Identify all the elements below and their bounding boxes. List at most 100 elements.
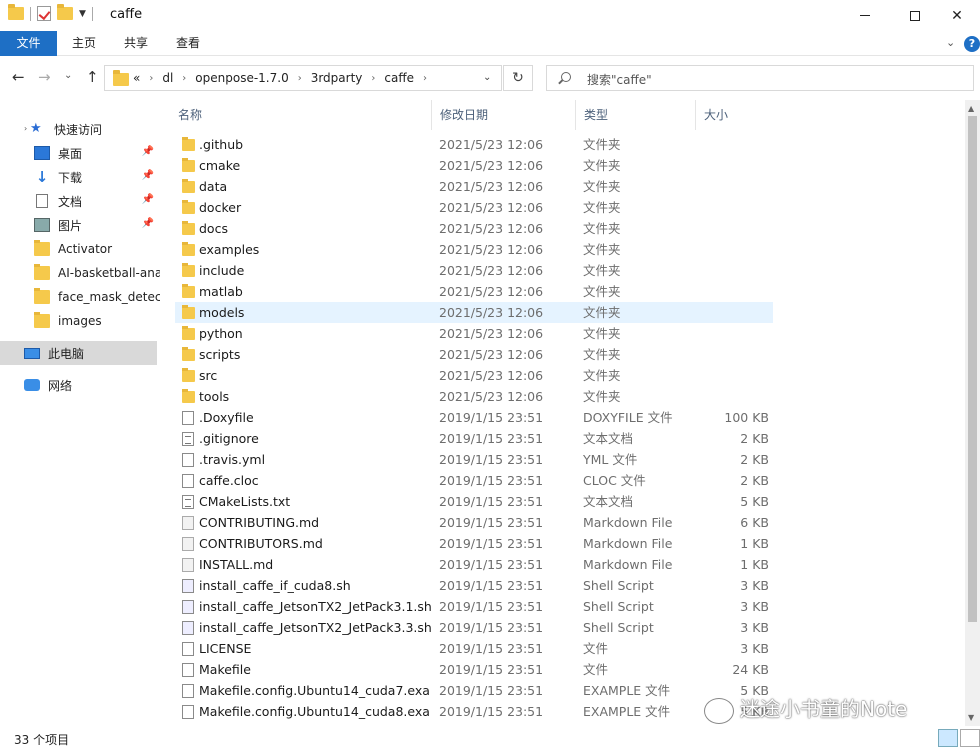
file-type: 文件夹 [583, 158, 621, 173]
table-row[interactable]: CONTRIBUTING.md 2019/1/15 23:51 Markdown F… [175, 512, 773, 533]
folder-icon [182, 221, 195, 235]
folder-icon [182, 305, 195, 319]
large-icons-view-button[interactable] [960, 729, 980, 747]
tab-home[interactable]: 主页 [62, 31, 106, 56]
vertical-scrollbar[interactable]: ▲ ▼ [965, 100, 980, 726]
file-type: YML 文件 [583, 452, 638, 467]
table-row[interactable]: cmake 2021/5/23 12:06 文件夹 [175, 155, 773, 176]
table-row[interactable]: install_caffe_if_cuda8.sh 2019/1/15 23:51… [175, 575, 773, 596]
scrollbar-thumb[interactable] [968, 116, 977, 622]
table-row[interactable]: install_caffe_JetsonTX2_JetPack3.1.sh 201… [175, 596, 773, 617]
table-row[interactable]: matlab 2021/5/23 12:06 文件夹 [175, 281, 773, 302]
file-icon [182, 453, 194, 467]
file-type: 文件夹 [583, 326, 621, 341]
refresh-button[interactable]: ↻ [503, 65, 533, 91]
file-size: 24 KB [732, 662, 769, 677]
table-row[interactable]: Makefile 2019/1/15 23:51 文件 24 KB [175, 659, 773, 680]
help-icon[interactable]: ? [964, 36, 980, 52]
chevron-right-icon[interactable]: › [298, 73, 302, 84]
table-row[interactable]: INSTALL.md 2019/1/15 23:51 Markdown File 1 … [175, 554, 773, 575]
status-bar: 33 个项目 [0, 726, 980, 750]
file-date: 2019/1/15 23:51 [439, 683, 544, 698]
sidebar-item-documents[interactable]: 文档 📌 [0, 189, 160, 213]
file-date: 2019/1/15 23:51 [439, 641, 544, 656]
recent-locations-chevron-icon[interactable]: ⌄ [64, 70, 72, 81]
column-header-name[interactable]: 名称 [170, 100, 432, 130]
column-header-date[interactable]: 修改日期 [432, 100, 576, 130]
table-row[interactable]: CMakeLists.txt 2019/1/15 23:51 文本文档 5 KB [175, 491, 773, 512]
breadcrumb-dl[interactable]: dl [162, 71, 173, 85]
breadcrumb-caffe[interactable]: caffe [384, 71, 414, 85]
tab-file[interactable]: 文件 [0, 31, 57, 56]
file-name: install_caffe_if_cuda8.sh [199, 578, 351, 593]
tab-view[interactable]: 查看 [166, 31, 210, 56]
column-header-size[interactable]: 大小 [696, 100, 772, 130]
chevron-right-icon[interactable]: › [182, 73, 186, 84]
breadcrumb-openpose[interactable]: openpose-1.7.0 [195, 71, 288, 85]
forward-arrow-icon[interactable]: → [38, 68, 51, 86]
column-header-type[interactable]: 类型 [576, 100, 696, 130]
sidebar-item-face-mask[interactable]: face_mask_detecti [0, 285, 160, 309]
table-row[interactable]: examples 2021/5/23 12:06 文件夹 [175, 239, 773, 260]
file-date: 2019/1/15 23:51 [439, 494, 544, 509]
maximize-button[interactable] [892, 0, 938, 31]
table-row[interactable]: docs 2021/5/23 12:06 文件夹 [175, 218, 773, 239]
chevron-right-icon[interactable]: › [149, 73, 153, 84]
tab-share[interactable]: 共享 [114, 31, 158, 56]
sidebar-item-ai-basketball[interactable]: AI-basketball-ana [0, 261, 160, 285]
details-view-button[interactable] [938, 729, 958, 747]
scroll-up-arrow-icon[interactable]: ▲ [968, 104, 974, 113]
file-size: 5 KB [740, 494, 769, 509]
chevron-right-icon[interactable]: › [371, 73, 375, 84]
table-row[interactable]: scripts 2021/5/23 12:06 文件夹 [175, 344, 773, 365]
table-row[interactable]: Makefile.config.Ubuntu14_cuda7.exa... 201… [175, 680, 773, 701]
file-type: 文件夹 [583, 347, 621, 362]
file-name: CONTRIBUTORS.md [199, 536, 323, 551]
chevron-right-icon[interactable]: › [423, 73, 427, 84]
minimize-button[interactable] [842, 0, 888, 31]
sidebar-item-images[interactable]: images [0, 309, 160, 333]
close-button[interactable]: ✕ [934, 0, 980, 31]
search-input[interactable]: 搜索"caffe" [546, 65, 974, 91]
address-history-chevron-icon[interactable]: ⌄ [483, 72, 491, 83]
breadcrumb-overflow[interactable]: « [133, 71, 140, 85]
sidebar-item-pictures[interactable]: 图片 📌 [0, 213, 160, 237]
table-row[interactable]: install_caffe_JetsonTX2_JetPack3.3.sh 201… [175, 617, 773, 638]
table-row[interactable]: LICENSE 2019/1/15 23:51 文件 3 KB [175, 638, 773, 659]
table-row[interactable]: include 2021/5/23 12:06 文件夹 [175, 260, 773, 281]
table-row[interactable]: models 2021/5/23 12:06 文件夹 [175, 302, 773, 323]
table-row[interactable]: tools 2021/5/23 12:06 文件夹 [175, 386, 773, 407]
sidebar-item-quick-access[interactable]: ★ 快速访问 [0, 117, 160, 141]
table-row[interactable]: .Doxyfile 2019/1/15 23:51 DOXYFILE 文件 100 K… [175, 407, 773, 428]
search-placeholder: 搜索"caffe" [587, 73, 652, 87]
file-date: 2021/5/23 12:06 [439, 221, 544, 236]
table-row[interactable]: .github 2021/5/23 12:06 文件夹 [175, 134, 773, 155]
sidebar-item-activator[interactable]: Activator [0, 237, 160, 261]
sidebar-item-desktop[interactable]: 桌面 📌 [0, 141, 160, 165]
file-type: 文本文档 [583, 431, 634, 446]
table-row[interactable]: docker 2021/5/23 12:06 文件夹 [175, 197, 773, 218]
sidebar-item-network[interactable]: 网络 [0, 373, 160, 397]
breadcrumb-3rdparty[interactable]: 3rdparty [311, 71, 363, 85]
table-row[interactable]: python 2021/5/23 12:06 文件夹 [175, 323, 773, 344]
table-row[interactable]: .gitignore 2019/1/15 23:51 文本文档 2 KB [175, 428, 773, 449]
customize-toolbar-chevron-icon[interactable]: ▼ [79, 9, 86, 19]
table-row[interactable]: .travis.yml 2019/1/15 23:51 YML 文件 2 KB [175, 449, 773, 470]
title-bar: ▼ caffe ✕ [0, 0, 980, 31]
up-arrow-icon[interactable]: ↑ [86, 68, 99, 86]
scroll-down-arrow-icon[interactable]: ▼ [968, 713, 974, 722]
table-row[interactable]: caffe.cloc 2019/1/15 23:51 CLOC 文件 2 KB [175, 470, 773, 491]
sidebar-item-this-pc[interactable]: 此电脑 [0, 341, 157, 365]
sidebar-item-downloads[interactable]: ↓ 下载 📌 [0, 165, 160, 189]
table-row[interactable]: data 2021/5/23 12:06 文件夹 [175, 176, 773, 197]
back-arrow-icon[interactable]: ← [12, 68, 25, 86]
sidebar-item-label: 桌面 [58, 146, 83, 161]
address-bar[interactable]: « › dl › openpose-1.7.0 › 3rdparty › caf… [104, 65, 502, 91]
table-row[interactable]: src 2021/5/23 12:06 文件夹 [175, 365, 773, 386]
table-row[interactable]: Makefile.config.Ubuntu14_cuda8.exa... 201… [175, 701, 773, 722]
file-date: 2019/1/15 23:51 [439, 515, 544, 530]
expand-ribbon-chevron-icon[interactable]: ⌄ [946, 36, 955, 49]
table-row[interactable]: CONTRIBUTORS.md 2019/1/15 23:51 Markdown F… [175, 533, 773, 554]
new-folder-icon[interactable] [57, 4, 73, 20]
properties-icon[interactable] [37, 6, 51, 21]
